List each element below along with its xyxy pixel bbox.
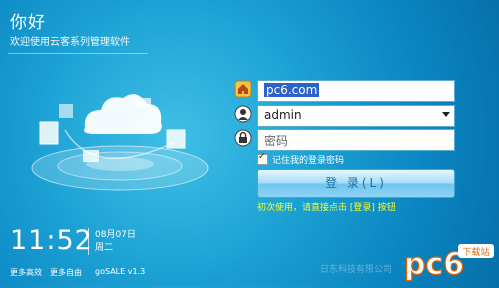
date-text: 08月07日 [95, 230, 136, 240]
login-button[interactable]: 登 录(L) [257, 169, 455, 198]
password-input[interactable]: 密码 [257, 129, 455, 151]
clock-time: 11:52 [10, 225, 93, 256]
site-value: pc6.com [264, 83, 320, 97]
house-icon [234, 80, 252, 98]
watermark-faint-text: 日东科技有限公司 [320, 265, 393, 275]
footer-link-efficiency[interactable]: 更多高效 [10, 267, 42, 278]
app-title: 你好 [10, 13, 46, 33]
remember-label: 记住我的登录密码 [272, 156, 345, 166]
lock-icon [234, 129, 252, 147]
cloud-illustration [25, 70, 215, 200]
remember-password-checkbox[interactable]: 记住我的登录密码 [257, 152, 345, 166]
footer-link-freedom[interactable]: 更多自由 [50, 267, 82, 278]
checkbox[interactable] [257, 152, 268, 165]
user-icon [234, 105, 252, 123]
app-subtitle: 欢迎使用云客系列管理软件 [10, 37, 130, 48]
login-hint: 初次使用，请直接点击 [登录] 按钮 [257, 203, 396, 213]
version-label: goSALE v1.3 [95, 267, 146, 276]
clock-divider [88, 228, 89, 255]
date-display: 08月07日 周二 [95, 229, 136, 255]
svg-text:下载站: 下载站 [462, 246, 489, 258]
header-divider [8, 53, 148, 54]
chevron-down-icon[interactable] [442, 112, 450, 117]
username-value: admin [264, 108, 302, 122]
svg-text:pc6: pc6 [404, 247, 464, 282]
password-placeholder: 密码 [264, 134, 289, 148]
weekday-text: 周二 [95, 243, 114, 253]
site-input[interactable]: pc6.com [257, 80, 455, 102]
username-combobox[interactable]: admin [257, 105, 455, 127]
pc6-logo: pc6 下载站 [400, 238, 496, 284]
